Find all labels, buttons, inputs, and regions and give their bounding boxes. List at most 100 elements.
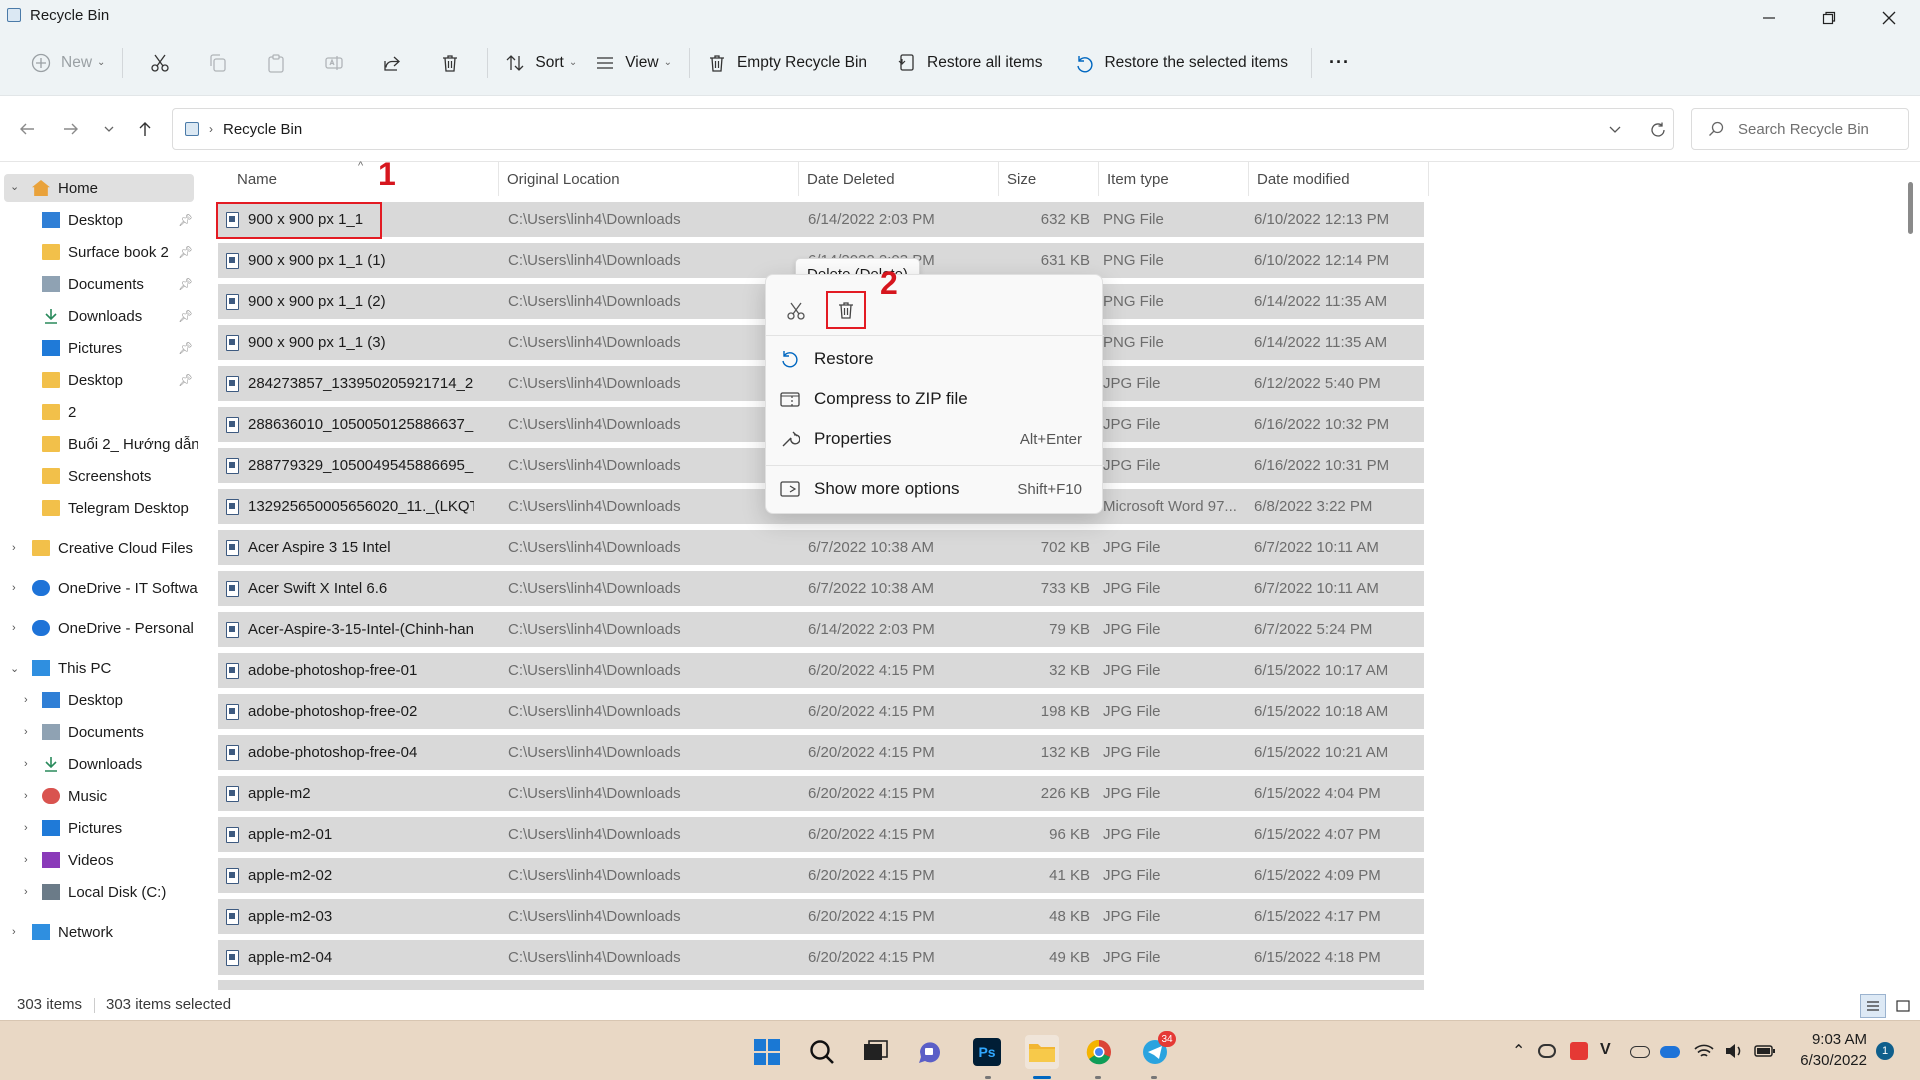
- table-row[interactable]: apple-m2-03 C:\Users\linh4\Downloads 6/20/…: [218, 899, 1424, 934]
- cloud-outline-icon[interactable]: [1630, 1046, 1650, 1058]
- rename-button[interactable]: [305, 43, 363, 83]
- start-button[interactable]: [750, 1035, 784, 1069]
- chevron-right-icon[interactable]: ›: [24, 790, 28, 802]
- sidebar-item-local-disk[interactable]: Local Disk (C:): [42, 879, 166, 905]
- table-row[interactable]: apple-m2 C:\Users\linh4\Downloads 6/20/202…: [218, 776, 1424, 811]
- sidebar-item-pictures[interactable]: Pictures: [42, 335, 122, 361]
- table-row[interactable]: apple-m2-01 C:\Users\linh4\Downloads 6/20/…: [218, 817, 1424, 852]
- column-header-name[interactable]: Name: [237, 162, 277, 196]
- table-row[interactable]: Acer Aspire 3 15 Intel C:\Users\linh4\Dow…: [218, 530, 1424, 565]
- file-explorer-app[interactable]: [1025, 1035, 1059, 1069]
- table-row[interactable]: adobe-photoshop-free-01 C:\Users\linh4\Do…: [218, 653, 1424, 688]
- cut-button[interactable]: [131, 43, 189, 83]
- restore-menu-item[interactable]: Restore: [780, 341, 1090, 377]
- view-button[interactable]: View ⌄: [586, 43, 681, 83]
- sidebar-item-desktop-2[interactable]: Desktop: [42, 367, 123, 393]
- vertical-scrollbar[interactable]: [1908, 182, 1913, 234]
- table-row[interactable]: Acer Swift X Intel 6.6 C:\Users\linh4\Dow…: [218, 571, 1424, 606]
- sidebar-item-2[interactable]: 2: [42, 399, 76, 425]
- chevron-down-icon[interactable]: ⌄: [10, 662, 19, 675]
- task-view-button[interactable]: [858, 1035, 892, 1069]
- chevron-right-icon[interactable]: ›: [12, 926, 16, 938]
- sidebar-item-desktop[interactable]: Desktop: [42, 207, 123, 233]
- recent-locations-button[interactable]: [96, 116, 122, 142]
- column-header-size[interactable]: Size: [1007, 162, 1036, 196]
- sidebar-item-pc-downloads[interactable]: Downloads: [42, 751, 142, 777]
- forward-button[interactable]: [58, 116, 84, 142]
- sidebar-item-this-pc[interactable]: This PC: [32, 655, 111, 681]
- chrome-app[interactable]: [1082, 1035, 1116, 1069]
- sidebar-item-creative-cloud[interactable]: Creative Cloud Files: [32, 535, 193, 561]
- onedrive-icon[interactable]: [1660, 1046, 1680, 1058]
- column-header-location[interactable]: Original Location: [507, 162, 620, 196]
- chevron-right-icon[interactable]: ›: [12, 622, 16, 634]
- chat-button[interactable]: [913, 1035, 947, 1069]
- sidebar-item-buoi-2[interactable]: Buổi 2_ Hướng dẫn: [42, 431, 198, 457]
- copy-button[interactable]: [189, 43, 247, 83]
- chevron-right-icon[interactable]: ›: [24, 854, 28, 866]
- search-taskbar-button[interactable]: [805, 1035, 839, 1069]
- sidebar-item-pc-music[interactable]: Music: [42, 783, 107, 809]
- show-more-options-menu-item[interactable]: Show more options Shift+F10: [780, 471, 1090, 507]
- delete-button[interactable]: [421, 43, 479, 83]
- breadcrumb[interactable]: Recycle Bin: [223, 121, 302, 138]
- restore-all-button[interactable]: Restore all items: [888, 43, 1051, 83]
- chevron-right-icon[interactable]: ›: [12, 582, 16, 594]
- sidebar-item-pc-desktop[interactable]: Desktop: [42, 687, 123, 713]
- sidebar-item-pc-documents[interactable]: Documents: [42, 719, 144, 745]
- telegram-app[interactable]: 34: [1138, 1031, 1176, 1069]
- address-bar[interactable]: › Recycle Bin: [172, 108, 1674, 150]
- table-row[interactable]: Acer-Aspire-3-15-Intel-(Chinh-hang) C:\Us…: [218, 612, 1424, 647]
- photoshop-app[interactable]: Ps: [970, 1035, 1004, 1069]
- paste-button[interactable]: [247, 43, 305, 83]
- chevron-right-icon[interactable]: ›: [24, 726, 28, 738]
- column-header-item-type[interactable]: Item type: [1107, 162, 1169, 196]
- sidebar-item-pc-videos[interactable]: Videos: [42, 847, 114, 873]
- sidebar-item-documents[interactable]: Documents: [42, 271, 144, 297]
- chevron-down-icon[interactable]: ⌄: [10, 180, 19, 193]
- chevron-right-icon[interactable]: ›: [24, 694, 28, 706]
- vpn-icon[interactable]: [1538, 1044, 1556, 1058]
- column-header-date-deleted[interactable]: Date Deleted: [807, 162, 895, 196]
- up-button[interactable]: [132, 116, 158, 142]
- search-input[interactable]: Search Recycle Bin: [1691, 108, 1909, 150]
- table-row[interactable]: adobe-photoshop-free-04 C:\Users\linh4\Do…: [218, 735, 1424, 770]
- sidebar-item-home[interactable]: Home: [32, 175, 98, 201]
- system-clock[interactable]: 9:03 AM 6/30/2022: [1797, 1029, 1867, 1071]
- chevron-right-icon[interactable]: ›: [12, 542, 16, 554]
- app-tray-icon[interactable]: [1570, 1042, 1588, 1060]
- tiles-view-button[interactable]: [1890, 994, 1916, 1018]
- table-row[interactable]: 900 x 900 px 1_1 C:\Users\linh4\Downloads…: [218, 202, 1424, 237]
- properties-menu-item[interactable]: Properties Alt+Enter: [780, 421, 1090, 457]
- sidebar-item-onedrive-it[interactable]: OneDrive - IT Softwa: [32, 575, 198, 601]
- chevron-right-icon[interactable]: ›: [24, 886, 28, 898]
- sidebar-item-telegram-desktop[interactable]: Telegram Desktop: [42, 495, 189, 521]
- chevron-right-icon[interactable]: ›: [24, 822, 28, 834]
- properties-shortcut: Alt+Enter: [1019, 430, 1082, 448]
- column-header-date-modified[interactable]: Date modified: [1257, 162, 1350, 196]
- cut-menu-button[interactable]: [780, 295, 812, 327]
- more-options-button[interactable]: ···: [1320, 43, 1359, 83]
- table-row[interactable]: apple-m2-04 C:\Users\linh4\Downloads 6/20/…: [218, 940, 1424, 975]
- details-view-button[interactable]: [1860, 994, 1886, 1018]
- sidebar-item-surface-book[interactable]: Surface book 2: [42, 239, 169, 265]
- v-tray-icon[interactable]: V: [1600, 1041, 1611, 1059]
- chevron-right-icon[interactable]: ›: [24, 758, 28, 770]
- delete-menu-button[interactable]: [826, 291, 866, 329]
- compress-zip-menu-item[interactable]: Compress to ZIP file: [780, 381, 1090, 417]
- sidebar-item-onedrive-personal[interactable]: OneDrive - Personal: [32, 615, 194, 641]
- empty-recycle-bin-button[interactable]: Empty Recycle Bin: [698, 43, 876, 83]
- sidebar-item-pc-pictures[interactable]: Pictures: [42, 815, 122, 841]
- notification-badge[interactable]: 1: [1876, 1042, 1894, 1060]
- back-button[interactable]: [14, 116, 40, 142]
- table-row[interactable]: apple-m2-02 C:\Users\linh4\Downloads 6/20/…: [218, 858, 1424, 893]
- new-button[interactable]: New ⌄: [22, 43, 114, 83]
- sidebar-item-downloads[interactable]: Downloads: [42, 303, 142, 329]
- table-row[interactable]: adobe-photoshop-free-02 C:\Users\linh4\Do…: [218, 694, 1424, 729]
- restore-selected-button[interactable]: Restore the selected items: [1065, 43, 1297, 83]
- show-hidden-icons-button[interactable]: ⌃: [1512, 1041, 1525, 1061]
- sidebar-item-network[interactable]: Network: [32, 919, 113, 945]
- sidebar-item-screenshots[interactable]: Screenshots: [42, 463, 151, 489]
- share-button[interactable]: [363, 43, 421, 83]
- sort-button[interactable]: Sort ⌄: [496, 43, 586, 83]
